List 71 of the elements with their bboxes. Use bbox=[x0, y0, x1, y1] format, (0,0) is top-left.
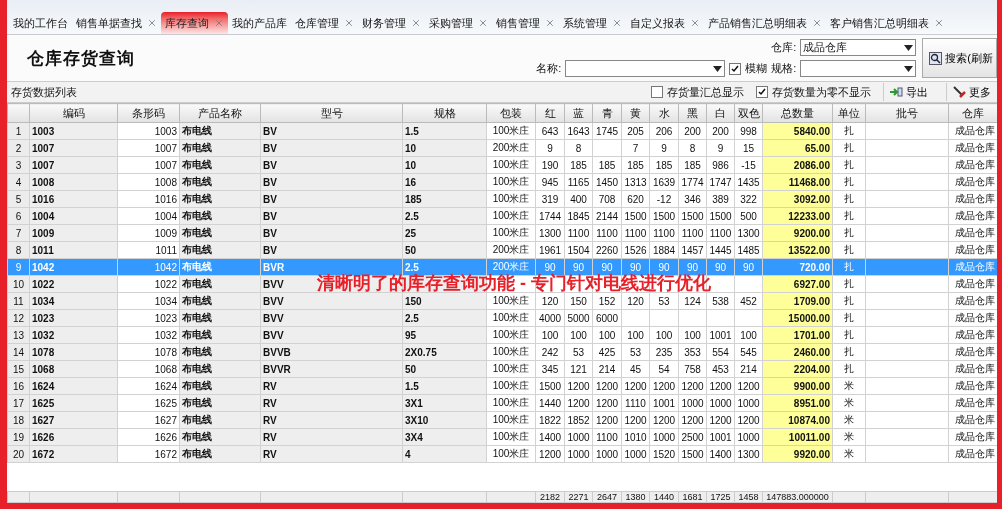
dropdown-caret-icon bbox=[904, 44, 914, 51]
tab[interactable]: 我的工作台 bbox=[9, 12, 72, 34]
close-icon[interactable] bbox=[690, 18, 700, 28]
column-header[interactable]: 条形码 bbox=[117, 103, 180, 123]
spec-select[interactable] bbox=[800, 60, 917, 77]
column-header[interactable]: 黄 bbox=[621, 103, 650, 123]
column-header[interactable]: 单位 bbox=[832, 103, 866, 123]
column-header[interactable]: 包装 bbox=[486, 103, 536, 123]
column-header[interactable]: 蓝 bbox=[564, 103, 593, 123]
tab[interactable]: 客户销售汇总明细表 bbox=[826, 12, 948, 34]
column-header[interactable]: 编码 bbox=[29, 103, 118, 123]
column-header[interactable]: 青 bbox=[592, 103, 622, 123]
export-arrow-icon bbox=[890, 87, 903, 97]
checkbox[interactable] bbox=[729, 62, 742, 75]
sum-cell: 1681 bbox=[678, 491, 707, 503]
tab[interactable]: 我的产品库 bbox=[228, 12, 291, 34]
page-title: 仓库存货查询 bbox=[27, 47, 136, 70]
search-button[interactable]: 搜索(刷新 bbox=[922, 38, 997, 78]
close-icon[interactable] bbox=[545, 18, 555, 28]
close-icon[interactable] bbox=[812, 18, 822, 28]
dropdown-caret-icon bbox=[713, 65, 723, 72]
sum-cell: 147883.000000 bbox=[762, 491, 833, 503]
tab[interactable]: 销售单据查找 bbox=[72, 12, 161, 34]
checkbox-label: 存货量汇总显示 bbox=[667, 84, 744, 100]
close-icon[interactable] bbox=[612, 18, 622, 28]
tab[interactable]: 自定义报表 bbox=[626, 12, 704, 34]
tab[interactable]: 仓库管理 bbox=[291, 12, 358, 34]
tab[interactable]: 系统管理 bbox=[559, 12, 626, 34]
checkbox-label: 模糊 bbox=[745, 61, 768, 76]
sum-cell: 1725 bbox=[706, 491, 735, 503]
dropdown-caret-icon bbox=[904, 65, 914, 72]
export-button[interactable]: 导出 bbox=[883, 83, 934, 101]
more-button[interactable]: 更多 bbox=[946, 83, 997, 101]
tab[interactable]: 销售管理 bbox=[492, 12, 559, 34]
close-icon[interactable] bbox=[411, 18, 421, 28]
close-icon[interactable] bbox=[214, 18, 224, 28]
checkbox[interactable] bbox=[756, 86, 768, 98]
column-header[interactable]: 总数量 bbox=[762, 103, 833, 123]
tab[interactable]: 库存查询 bbox=[161, 12, 228, 34]
warehouse-select[interactable]: 成品仓库 bbox=[800, 39, 917, 56]
column-header[interactable]: 批号 bbox=[865, 103, 949, 123]
close-icon[interactable] bbox=[344, 18, 354, 28]
column-header[interactable]: 产品名称 bbox=[179, 103, 261, 123]
sum-cell: 2182 bbox=[535, 491, 565, 503]
column-header[interactable]: 黑 bbox=[678, 103, 707, 123]
column-header[interactable]: 水 bbox=[649, 103, 679, 123]
field-label: 名称: bbox=[536, 61, 562, 76]
close-icon[interactable] bbox=[478, 18, 488, 28]
tab[interactable]: 产品销售汇总明细表 bbox=[704, 12, 826, 34]
column-header[interactable]: 仓库 bbox=[948, 103, 997, 123]
close-icon[interactable] bbox=[147, 18, 157, 28]
tab[interactable]: 财务管理 bbox=[358, 12, 425, 34]
close-icon[interactable] bbox=[934, 18, 944, 28]
sum-cell: 1440 bbox=[649, 491, 679, 503]
search-icon bbox=[929, 51, 943, 65]
list-title: 存货数据列表 bbox=[11, 84, 78, 100]
column-header[interactable]: 规格 bbox=[402, 103, 487, 123]
field-label: 仓库: bbox=[771, 40, 797, 55]
column-header[interactable]: 型号 bbox=[260, 103, 403, 123]
column-header[interactable]: 白 bbox=[706, 103, 735, 123]
tools-icon bbox=[953, 86, 966, 98]
checkbox[interactable] bbox=[651, 86, 663, 98]
sum-cell: 1380 bbox=[621, 491, 650, 503]
tab[interactable]: 采购管理 bbox=[425, 12, 492, 34]
field-label: 规格: bbox=[771, 61, 797, 76]
column-header[interactable]: 红 bbox=[535, 103, 565, 123]
sum-cell: 2271 bbox=[564, 491, 593, 503]
checkbox-label: 存货数量为零不显示 bbox=[772, 84, 871, 100]
column-header[interactable]: 双色 bbox=[734, 103, 763, 123]
sum-cell: 1458 bbox=[734, 491, 763, 503]
sum-cell: 2647 bbox=[592, 491, 622, 503]
